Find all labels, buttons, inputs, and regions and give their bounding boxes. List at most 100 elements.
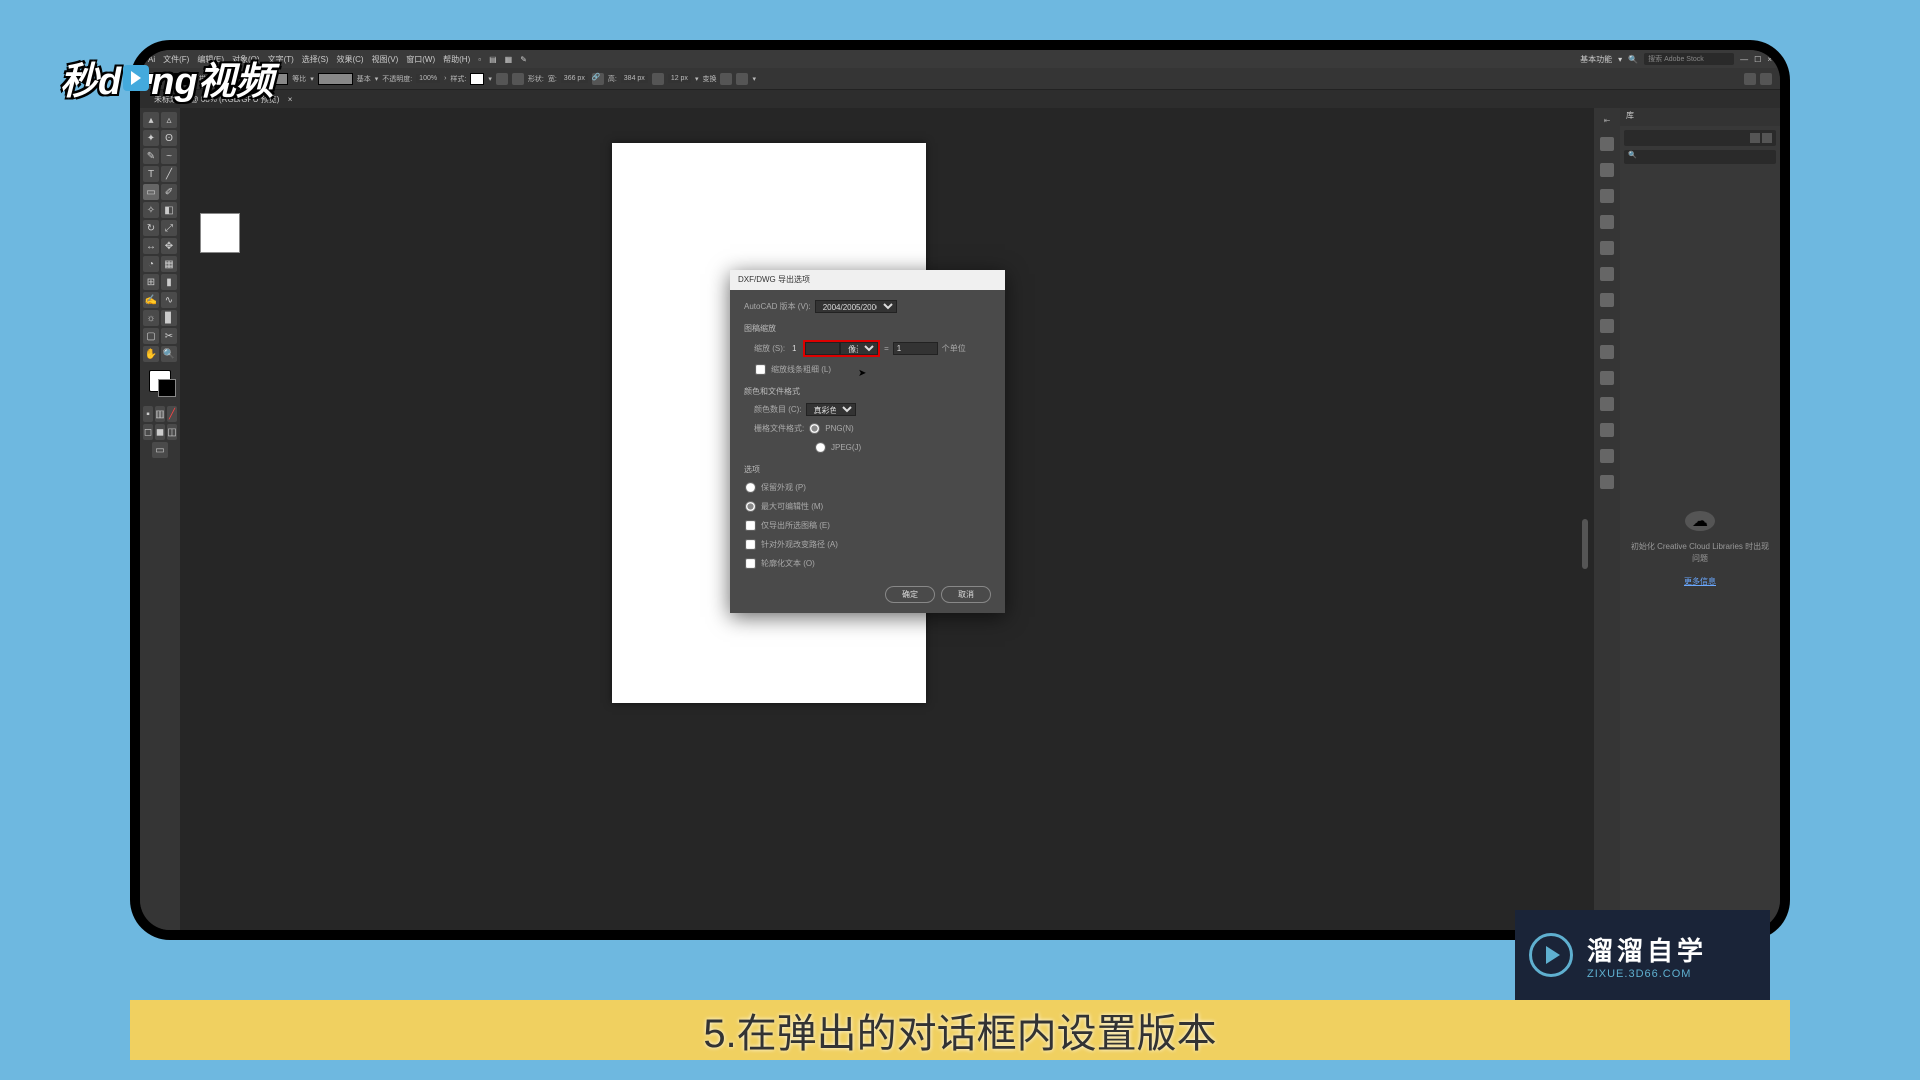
raster-png-radio[interactable] (810, 423, 820, 433)
symbols-panel-icon[interactable] (1600, 267, 1614, 281)
scale-value-field[interactable] (805, 342, 840, 355)
libraries-filter-bar[interactable] (1624, 130, 1776, 146)
artboards-panel-icon[interactable] (1600, 449, 1614, 463)
lib-view-list-icon[interactable] (1750, 133, 1760, 143)
color-mode-color[interactable]: ▪ (143, 406, 153, 422)
shape-builder-tool[interactable]: ◔ (143, 256, 159, 272)
zoom-tool[interactable]: 🔍 (161, 346, 177, 362)
brushes-panel-icon[interactable] (1600, 241, 1614, 255)
character-panel-icon[interactable] (1600, 475, 1614, 489)
cancel-button[interactable]: 取消 (941, 586, 991, 603)
height-input[interactable]: 384 px (621, 74, 648, 83)
layers-panel-icon[interactable] (1600, 163, 1614, 177)
opacity-input[interactable]: 100% (416, 74, 440, 83)
brush-dropdown[interactable] (318, 73, 353, 85)
menu-window[interactable]: 窗口(W) (406, 54, 435, 65)
mesh-tool[interactable]: ⊞ (143, 274, 159, 290)
graph-tool[interactable]: ▊ (161, 310, 177, 326)
libraries-panel-title[interactable]: 库 (1620, 108, 1780, 126)
libraries-more-info-link[interactable]: 更多信息 (1684, 576, 1716, 587)
gradient-tool[interactable]: ▮ (161, 274, 177, 290)
window-maximize-button[interactable]: ☐ (1754, 55, 1761, 64)
stock-search-input[interactable]: 搜索 Adobe Stock (1644, 53, 1734, 65)
menubar-icon-bridge[interactable]: ▫ (478, 55, 481, 64)
dock-toggle-icon[interactable]: ⇤ (1604, 116, 1611, 125)
outline-text-checkbox[interactable] (745, 558, 755, 568)
width-input[interactable]: 366 px (561, 74, 588, 83)
style-swatch[interactable] (470, 73, 484, 85)
link-wh-icon[interactable]: 🔗 (592, 73, 604, 85)
transform-label[interactable]: 变换 (702, 74, 716, 84)
alter-paths-checkbox[interactable] (745, 539, 755, 549)
artboard-tool[interactable]: ▢ (143, 328, 159, 344)
draw-behind[interactable]: ◼ (155, 424, 165, 440)
slice-tool[interactable]: ✂ (161, 328, 177, 344)
scale-unit-select[interactable]: 像素 (840, 342, 878, 355)
fill-stroke-swatch[interactable] (149, 370, 171, 392)
align-icon[interactable] (512, 73, 524, 85)
paintbrush-tool[interactable]: ✐ (161, 184, 177, 200)
color-panel-icon[interactable] (1600, 189, 1614, 203)
workspace-switcher[interactable]: 基本功能 (1580, 54, 1612, 65)
scale-lineweights-checkbox[interactable] (755, 364, 765, 374)
rectangle-tool[interactable]: ▭ (143, 184, 159, 200)
draw-inside[interactable]: ◫ (167, 424, 177, 440)
color-mode-none[interactable]: ╱ (167, 406, 177, 422)
curvature-tool[interactable]: ~ (161, 148, 177, 164)
menu-select[interactable]: 选择(S) (302, 54, 329, 65)
menu-effect[interactable]: 效果(C) (336, 54, 363, 65)
width-tool[interactable]: ↔ (143, 238, 159, 254)
scale-to-input[interactable] (893, 342, 938, 355)
options-bar-pin-icon[interactable] (1744, 73, 1756, 85)
perspective-tool[interactable]: ▦ (161, 256, 177, 272)
colors-select[interactable]: 真彩色 (806, 403, 856, 416)
isolate-icon[interactable] (720, 73, 732, 85)
scale-tool[interactable]: ⤢ (161, 220, 177, 236)
line-tool[interactable]: ╱ (161, 166, 177, 182)
ok-button[interactable]: 确定 (885, 586, 935, 603)
corner-type-icon[interactable] (652, 73, 664, 85)
type-tool[interactable]: T (143, 166, 159, 182)
pen-tool[interactable]: ✎ (143, 148, 159, 164)
extra-icon[interactable] (736, 73, 748, 85)
menu-help[interactable]: 帮助(H) (443, 54, 470, 65)
shaper-tool[interactable]: ✧ (143, 202, 159, 218)
selection-tool[interactable]: ▴ (143, 112, 159, 128)
autocad-version-select[interactable]: 2004/2005/2006 (815, 300, 897, 313)
menubar-icon-gpu[interactable]: ▦ (505, 55, 513, 64)
libraries-search-input[interactable]: 🔍 (1624, 150, 1776, 164)
raster-jpeg-radio[interactable] (815, 442, 825, 452)
preserve-appearance-radio[interactable] (745, 482, 755, 492)
menubar-icon-cursor[interactable]: ✎ (520, 55, 527, 64)
options-bar-menu-icon[interactable] (1760, 73, 1772, 85)
recolor-icon[interactable] (496, 73, 508, 85)
direct-selection-tool[interactable]: ▵ (161, 112, 177, 128)
free-transform-tool[interactable]: ✥ (161, 238, 177, 254)
blend-tool[interactable]: ∿ (161, 292, 177, 308)
lib-view-grid-icon[interactable] (1762, 133, 1772, 143)
gradient-panel-icon[interactable] (1600, 319, 1614, 333)
color-mode-gradient[interactable]: ▥ (155, 406, 165, 422)
corner-radius-input[interactable]: 12 px (668, 74, 691, 83)
transparency-panel-icon[interactable] (1600, 345, 1614, 359)
appearance-panel-icon[interactable] (1600, 371, 1614, 385)
magic-wand-tool[interactable]: ✦ (143, 130, 159, 146)
tab-close-button[interactable]: × (288, 95, 293, 104)
stroke-panel-icon[interactable] (1600, 293, 1614, 307)
window-minimize-button[interactable]: — (1740, 55, 1748, 64)
max-editability-radio[interactable] (745, 501, 755, 511)
graphic-styles-panel-icon[interactable] (1600, 397, 1614, 411)
hand-tool[interactable]: ✋ (143, 346, 159, 362)
symbol-sprayer-tool[interactable]: ☼ (143, 310, 159, 326)
rectangle-shape[interactable] (200, 213, 240, 253)
swatches-panel-icon[interactable] (1600, 215, 1614, 229)
lasso-tool[interactable]: ʘ (161, 130, 177, 146)
menubar-icon-arrange[interactable]: ▤ (489, 55, 497, 64)
menu-view[interactable]: 视图(V) (372, 54, 399, 65)
rotate-tool[interactable]: ↻ (143, 220, 159, 236)
vertical-scrollbar[interactable] (1582, 519, 1588, 569)
properties-panel-icon[interactable] (1600, 137, 1614, 151)
screen-mode-button[interactable]: ▭ (152, 442, 168, 458)
window-close-button[interactable]: × (1767, 55, 1772, 64)
eraser-tool[interactable]: ◧ (161, 202, 177, 218)
